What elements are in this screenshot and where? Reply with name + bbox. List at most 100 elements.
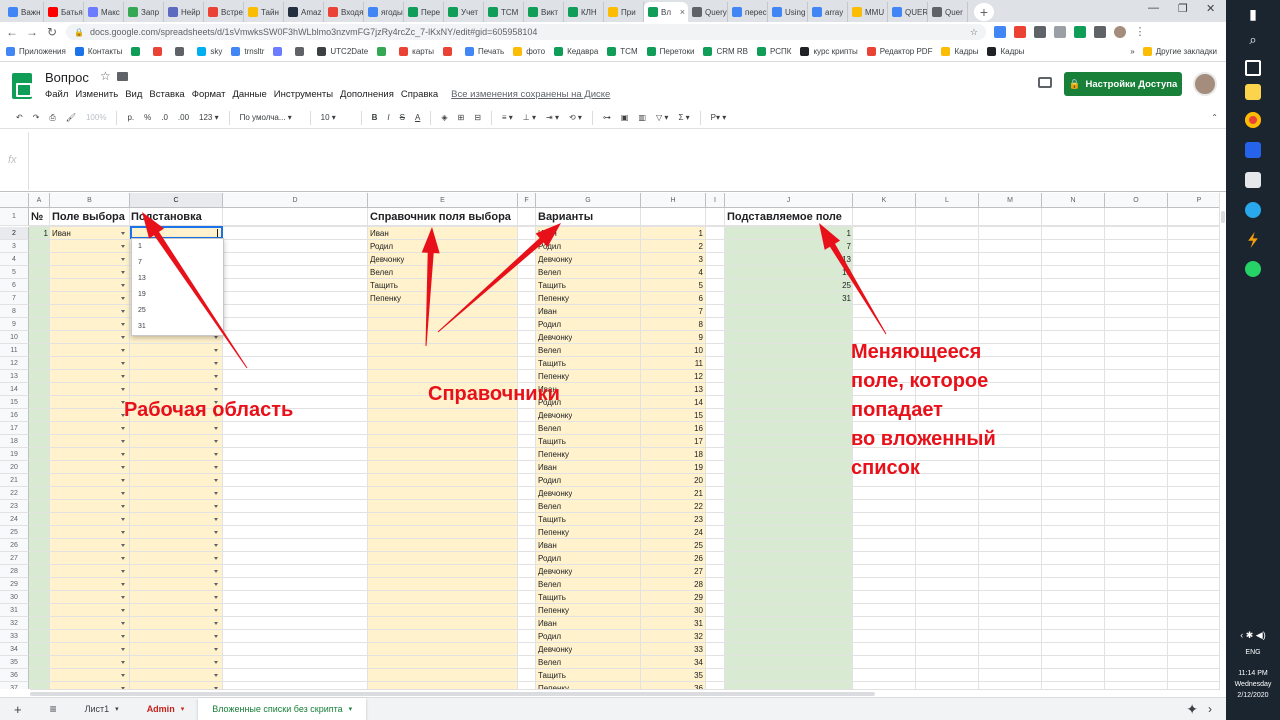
- minimize-button[interactable]: —: [1148, 2, 1159, 14]
- cell[interactable]: 22: [645, 500, 703, 513]
- font-size-select[interactable]: 10 ▾: [321, 113, 351, 122]
- row-header[interactable]: 35: [0, 656, 29, 669]
- column-header[interactable]: I: [706, 193, 725, 208]
- telegram-icon[interactable]: [1245, 202, 1261, 218]
- cell[interactable]: Иван: [538, 617, 557, 630]
- cell[interactable]: 17: [645, 435, 703, 448]
- browser-tab[interactable]: Вл ×: [644, 2, 688, 22]
- column-header[interactable]: E: [368, 193, 518, 208]
- menu-item[interactable]: Формат: [192, 89, 226, 100]
- cell[interactable]: 13: [727, 253, 851, 266]
- row-header[interactable]: 3: [0, 240, 29, 253]
- comment-icon[interactable]: [1038, 77, 1052, 88]
- cell[interactable]: 29: [645, 591, 703, 604]
- cell[interactable]: 18: [645, 448, 703, 461]
- cell[interactable]: 25: [727, 279, 851, 292]
- app-icon[interactable]: [1245, 142, 1261, 158]
- cell[interactable]: Велел: [370, 266, 393, 279]
- bookmark-item[interactable]: [442, 47, 456, 56]
- bookmark-item[interactable]: trnsltr: [231, 47, 264, 56]
- cell[interactable]: Родил: [370, 240, 393, 253]
- dropdown-arrow-icon[interactable]: [121, 505, 125, 508]
- dropdown-arrow-icon[interactable]: [214, 544, 218, 547]
- bold-button[interactable]: B: [372, 113, 378, 122]
- cell[interactable]: 6: [645, 292, 703, 305]
- cell[interactable]: Иван: [370, 227, 389, 240]
- cell[interactable]: Родил: [538, 630, 561, 643]
- row-header[interactable]: 23: [0, 500, 29, 513]
- bookmark-item[interactable]: [131, 47, 144, 56]
- browser-tab[interactable]: Учет: [444, 2, 484, 22]
- clock-time[interactable]: 11:14 PM: [1226, 668, 1280, 679]
- dropdown-arrow-icon[interactable]: [121, 544, 125, 547]
- header-cell[interactable]: Подставляемое поле: [727, 209, 842, 225]
- row-header[interactable]: 16: [0, 409, 29, 422]
- cell[interactable]: 15: [645, 409, 703, 422]
- cell[interactable]: Велел: [538, 500, 561, 513]
- dropdown-arrow-icon[interactable]: [214, 570, 218, 573]
- cell[interactable]: 24: [645, 526, 703, 539]
- menu-item[interactable]: Вставка: [149, 89, 184, 100]
- increase-decimals-button[interactable]: .00: [178, 113, 189, 122]
- cell[interactable]: 31: [645, 617, 703, 630]
- cell[interactable]: 33: [645, 643, 703, 656]
- insert-comment-icon[interactable]: ▣: [621, 113, 629, 122]
- row-header[interactable]: 21: [0, 474, 29, 487]
- cell[interactable]: Иван: [538, 227, 557, 240]
- row-header[interactable]: 25: [0, 526, 29, 539]
- sheets-logo-icon[interactable]: [12, 73, 32, 99]
- column-header[interactable]: B: [50, 193, 130, 208]
- cell[interactable]: Тащить: [538, 357, 566, 370]
- dropdown-arrow-icon[interactable]: [121, 609, 125, 612]
- cell[interactable]: Родил: [538, 474, 561, 487]
- header-cell[interactable]: Подстановка: [131, 209, 202, 225]
- cell[interactable]: Пепенку: [538, 448, 569, 461]
- browser-tab[interactable]: Встре: [204, 2, 244, 22]
- bookmark-item[interactable]: курс крипты: [800, 47, 858, 56]
- dropdown-arrow-icon[interactable]: [121, 583, 125, 586]
- extension-icon[interactable]: [1094, 26, 1106, 38]
- row-header[interactable]: 12: [0, 357, 29, 370]
- horizontal-scrollbar[interactable]: [30, 689, 1220, 697]
- dropdown-arrow-icon[interactable]: [121, 297, 125, 300]
- row-header[interactable]: 18: [0, 435, 29, 448]
- folder-icon[interactable]: [117, 72, 128, 81]
- bookmark-item[interactable]: Кадры: [941, 47, 978, 56]
- dropdown-arrow-icon[interactable]: [214, 648, 218, 651]
- chevron-down-icon[interactable]: ▾: [115, 698, 119, 720]
- wrap-icon[interactable]: ⇥ ▾: [546, 113, 559, 122]
- bookmark-item[interactable]: Приложения: [6, 47, 66, 56]
- cell[interactable]: Тащить: [538, 435, 566, 448]
- dropdown-arrow-icon[interactable]: [121, 479, 125, 482]
- avatar[interactable]: [1193, 72, 1217, 96]
- cell[interactable]: Пепенку: [538, 604, 569, 617]
- browser-tab[interactable]: ягоды: [364, 2, 404, 22]
- dropdown-arrow-icon[interactable]: [214, 401, 218, 404]
- cell[interactable]: Тащить: [538, 513, 566, 526]
- cell[interactable]: 26: [645, 552, 703, 565]
- cell[interactable]: 2: [645, 240, 703, 253]
- browser-tab[interactable]: перес: [728, 2, 768, 22]
- dropdown-arrow-icon[interactable]: [214, 349, 218, 352]
- percent-button[interactable]: %: [144, 113, 151, 122]
- rotate-icon[interactable]: ⟲ ▾: [569, 113, 582, 122]
- menu-item[interactable]: Данные: [232, 89, 266, 100]
- browser-menu-icon[interactable]: ⋮: [1134, 26, 1146, 38]
- dropdown-arrow-icon[interactable]: [121, 518, 125, 521]
- new-tab-button[interactable]: +: [974, 3, 994, 21]
- cell[interactable]: Девчонку: [370, 253, 404, 266]
- row-header[interactable]: 34: [0, 643, 29, 656]
- cell[interactable]: Велел: [538, 656, 561, 669]
- bookmark-item[interactable]: [273, 47, 286, 56]
- browser-tab[interactable]: Quer: [928, 2, 968, 22]
- column-header[interactable]: G: [536, 193, 641, 208]
- dropdown-arrow-icon[interactable]: [214, 635, 218, 638]
- profile-avatar[interactable]: [1114, 26, 1126, 38]
- bookmark-item[interactable]: Контакты: [74, 47, 122, 56]
- bookmark-star-icon[interactable]: ☆: [970, 27, 978, 38]
- browser-tab[interactable]: Пере: [404, 2, 444, 22]
- bookmark-item[interactable]: CRM RB: [703, 47, 748, 56]
- dropdown-option[interactable]: 13: [132, 271, 223, 287]
- column-header[interactable]: D: [223, 193, 368, 208]
- bookmark-item[interactable]: Перетоки: [646, 47, 694, 56]
